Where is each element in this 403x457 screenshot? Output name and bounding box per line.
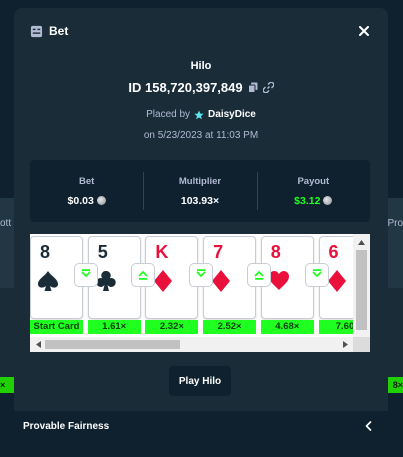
card-rank: 5: [97, 242, 108, 262]
card-rank: 8: [270, 242, 281, 262]
card-column: 5 1.61×: [87, 234, 141, 337]
guess-lower-badge: [305, 264, 328, 286]
modal-header: Bet: [14, 8, 388, 54]
card-rank: 7: [213, 242, 224, 262]
background-text-left: ott: [0, 218, 12, 229]
game-name[interactable]: Hilo: [14, 60, 388, 72]
higher-arrow-icon: [138, 270, 149, 280]
bet-id: ID 158,720,397,849: [128, 80, 243, 95]
card-multiplier-label: 2.52×: [203, 320, 257, 334]
card-rank: 8: [40, 242, 51, 262]
close-icon: [359, 26, 369, 36]
stat-bet-label: Bet: [79, 175, 95, 187]
stat-multiplier-value: 103.93×: [180, 194, 220, 207]
club-suit-icon: [95, 270, 116, 291]
placed-by-label: Placed by: [146, 109, 191, 120]
scroll-right-icon[interactable]: [339, 337, 351, 352]
stat-payout: Payout $3.12: [256, 160, 370, 222]
guess-higher-badge: [132, 264, 155, 286]
lower-arrow-icon: [81, 269, 91, 278]
copy-icon[interactable]: [247, 82, 258, 93]
background-badge-left: ×: [0, 377, 14, 393]
stat-bet: Bet $0.03: [30, 160, 143, 222]
link-icon[interactable]: [262, 82, 274, 93]
bet-ticket-icon: [30, 25, 43, 37]
card-multiplier-label: Start Card: [30, 320, 83, 334]
close-button[interactable]: [356, 23, 372, 39]
scroll-up-icon[interactable]: [353, 236, 370, 248]
scrollbar-corner: [353, 337, 370, 352]
lower-arrow-icon: [196, 269, 206, 278]
modal-title-text: Bet: [49, 24, 69, 38]
card-multiplier-label: 1.61×: [87, 320, 141, 334]
placed-by-row: Placed by DaisyDice: [14, 109, 388, 120]
modal-title: Bet: [30, 24, 68, 38]
horizontal-scrollbar[interactable]: [30, 337, 353, 352]
card-multiplier-label: 4.68×: [260, 320, 314, 334]
placed-by-user[interactable]: DaisyDice: [208, 109, 256, 120]
play-hilo-button[interactable]: Play Hilo: [169, 366, 231, 396]
background-badge-right: 8×: [387, 377, 403, 393]
card-rank: 6: [328, 242, 339, 262]
vertical-scrollbar[interactable]: [353, 234, 370, 337]
diamond-suit-icon: [327, 270, 346, 292]
spade-suit-icon: [38, 271, 58, 291]
stat-payout-label: Payout: [297, 175, 330, 187]
currency-coin-icon: [96, 196, 106, 205]
guess-lower-badge: [190, 264, 213, 286]
card-multiplier-label: 7.60: [318, 320, 353, 334]
lower-arrow-icon: [311, 269, 322, 278]
provable-fairness-label: Provable Fairness: [23, 420, 110, 432]
vip-star-icon: [194, 110, 204, 119]
stat-payout-value: $3.12: [294, 194, 333, 207]
guess-lower-badge: [74, 264, 97, 286]
guess-higher-badge: [247, 264, 270, 286]
diamond-suit-icon: [212, 270, 231, 292]
placed-on-date: on 5/23/2023 at 11:03 PM: [143, 130, 259, 141]
card-column: 7 2.52×: [203, 234, 257, 337]
bet-amount: $0.03: [67, 194, 94, 207]
card-column: 8 4.68×: [260, 234, 314, 337]
background-text-right: Pro: [387, 218, 403, 229]
diamond-suit-icon: [154, 270, 173, 292]
stat-multiplier-label: Multiplier: [178, 175, 222, 187]
cards-track: 8 Start Card 5 1.61× K 2.32× 7 2.52× 8 4.68× 6 7.60: [30, 234, 353, 337]
bet-modal: Bet Hilo ID 158,720,397,849 Placed by Da…: [14, 8, 388, 441]
card-column: K 2.32×: [145, 234, 199, 337]
horizontal-scroll-thumb[interactable]: [45, 340, 180, 349]
payout-amount: $3.12: [294, 194, 321, 207]
cards-scroll-panel[interactable]: 8 Start Card 5 1.61× K 2.32× 7 2.52× 8 4.68× 6 7.60: [30, 234, 370, 352]
bet-stats: Bet $0.03 Multiplier 103.93× Payout $3.1…: [30, 160, 370, 222]
vertical-scroll-thumb[interactable]: [356, 250, 367, 330]
higher-arrow-icon: [254, 270, 264, 280]
heart-suit-icon: [268, 271, 289, 290]
chevron-left-icon: [365, 421, 372, 431]
card-rank: K: [155, 242, 169, 262]
card-column: 8 Start Card: [30, 234, 83, 337]
bet-id-row: ID 158,720,397,849: [14, 80, 388, 95]
stat-bet-value: $0.03: [68, 195, 106, 207]
provable-fairness-toggle[interactable]: Provable Fairness: [14, 411, 388, 441]
currency-coin-icon: [323, 196, 333, 205]
stat-multiplier: Multiplier 103.93×: [143, 160, 256, 222]
scroll-left-icon[interactable]: [32, 337, 44, 352]
card-multiplier-label: 2.32×: [145, 320, 199, 334]
